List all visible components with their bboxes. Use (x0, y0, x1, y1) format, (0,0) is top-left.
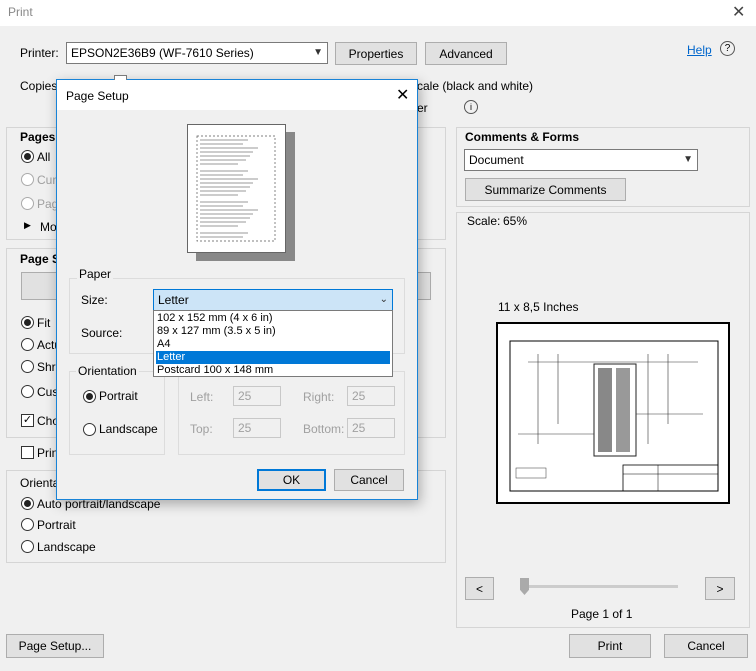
size-option[interactable]: Postcard 100 x 148 mm (156, 364, 390, 377)
size-dropdown-list: 102 x 152 mm (4 x 6 in) 89 x 127 mm (3.5… (153, 310, 393, 377)
portrait-label: Portrait (37, 518, 76, 532)
landscape-radio[interactable] (21, 540, 34, 553)
drawing-preview (509, 340, 719, 492)
comments-select[interactable]: Document ▼ (464, 149, 698, 171)
close-icon[interactable]: ✕ (732, 2, 745, 22)
size-option[interactable]: A4 (156, 338, 390, 351)
size-selected: Letter (158, 293, 189, 307)
dialog-ok-button[interactable]: OK (257, 469, 326, 491)
pages-current-label: Cur (37, 173, 57, 187)
fit-label: Fit (37, 316, 51, 330)
more-options-label[interactable]: Mo (40, 220, 57, 234)
page-setup-dialog: Page Setup ✕ Paper Size: Letter ⌄ Source… (56, 79, 418, 500)
scale-label: Scale: (467, 214, 501, 228)
page-info: Page 1 of 1 (571, 607, 633, 621)
pages-heading: Pages (20, 130, 56, 144)
auto-orientation-radio[interactable] (21, 497, 34, 510)
pages-all-label: All (37, 150, 51, 164)
source-label: Source: (81, 326, 123, 340)
portrait-radio[interactable] (21, 518, 34, 531)
next-page-button[interactable]: > (705, 577, 735, 600)
margins-group (178, 371, 405, 455)
margin-left-label: Left: (190, 390, 214, 404)
orientation-heading: Orienta (20, 476, 60, 490)
fit-radio[interactable] (21, 316, 34, 329)
window-title: Print (8, 5, 33, 19)
info-icon: i (464, 100, 478, 114)
page-setup-button[interactable]: Page Setup... (6, 634, 104, 658)
pages-range-radio[interactable] (21, 197, 34, 210)
page-preview (496, 322, 730, 504)
ink-save-label: er (417, 101, 428, 115)
pages-all-radio[interactable] (21, 150, 34, 163)
comments-heading: Comments & Forms (465, 130, 580, 144)
scale-value: 65% (503, 214, 528, 228)
paper-group-label: Paper (77, 267, 114, 281)
expand-arrow-icon[interactable]: ▶ (24, 220, 31, 231)
printer-label: Printer: (20, 46, 59, 60)
margin-right-input[interactable]: 25 (347, 386, 395, 406)
summarize-comments-button[interactable]: Summarize Comments (465, 178, 626, 201)
help-icon[interactable]: ? (720, 41, 735, 56)
grayscale-label: cale (black and white) (417, 79, 534, 93)
print-button[interactable]: Print (569, 634, 651, 658)
orientation-group-label: Orientation (76, 364, 139, 378)
paper-size-label: 11 x 8,5 Inches (498, 300, 579, 314)
dialog-title: Page Setup (66, 89, 129, 103)
cancel-button[interactable]: Cancel (664, 634, 748, 658)
dialog-portrait-label: Portrait (99, 389, 138, 403)
page-sizing-heading: Page S (20, 252, 61, 266)
size-select[interactable]: Letter ⌄ (153, 289, 393, 311)
chevron-down-icon: ▼ (313, 46, 323, 58)
orientation-group (69, 371, 165, 455)
margin-left-input[interactable]: 25 (233, 386, 281, 406)
landscape-label: Landscape (37, 540, 96, 554)
dialog-landscape-radio[interactable] (83, 423, 96, 436)
dialog-close-icon[interactable]: ✕ (396, 85, 409, 105)
dialog-title-bar: Page Setup ✕ (57, 80, 417, 110)
page-slider-track[interactable] (523, 585, 678, 588)
print-on-both-checkbox[interactable] (21, 446, 34, 459)
copies-label: Copies (20, 79, 58, 93)
size-label: Size: (81, 293, 108, 307)
sizing-tab-size[interactable] (21, 272, 61, 300)
previous-page-button[interactable]: < (465, 577, 494, 600)
properties-button[interactable]: Properties (335, 42, 417, 65)
title-bar: Print ✕ (0, 0, 756, 26)
advanced-button[interactable]: Advanced (425, 42, 507, 65)
margin-top-label: Top: (190, 422, 213, 436)
dialog-cancel-button[interactable]: Cancel (334, 469, 404, 491)
margin-bottom-input[interactable]: 25 (347, 418, 395, 438)
margin-top-input[interactable]: 25 (233, 418, 281, 438)
printer-select[interactable]: EPSON2E36B9 (WF-7610 Series) ▼ (66, 42, 328, 64)
custom-scale-radio[interactable] (21, 385, 34, 398)
size-option-selected[interactable]: Letter (156, 351, 390, 364)
comments-selected: Document (469, 153, 524, 167)
copies-spinner[interactable] (114, 75, 127, 80)
printer-selected: EPSON2E36B9 (WF-7610 Series) (71, 46, 254, 60)
pages-current-radio[interactable] (21, 173, 34, 186)
choose-paper-checkbox[interactable]: ✓ (21, 414, 34, 427)
actual-size-radio[interactable] (21, 338, 34, 351)
dialog-portrait-radio[interactable] (83, 390, 96, 403)
size-option[interactable]: 102 x 152 mm (4 x 6 in) (156, 312, 390, 325)
margin-right-label: Right: (303, 390, 335, 404)
chevron-down-icon: ⌄ (379, 293, 388, 305)
page-thumbnail (187, 124, 286, 253)
margin-bottom-label: Bottom: (303, 422, 345, 436)
dialog-landscape-label: Landscape (99, 422, 158, 436)
help-link[interactable]: Help (687, 43, 712, 57)
thumbnail-text-lines (196, 135, 276, 242)
shrink-radio[interactable] (21, 360, 34, 373)
size-option[interactable]: 89 x 127 mm (3.5 x 5 in) (156, 325, 390, 338)
chevron-down-icon: ▼ (683, 153, 693, 165)
